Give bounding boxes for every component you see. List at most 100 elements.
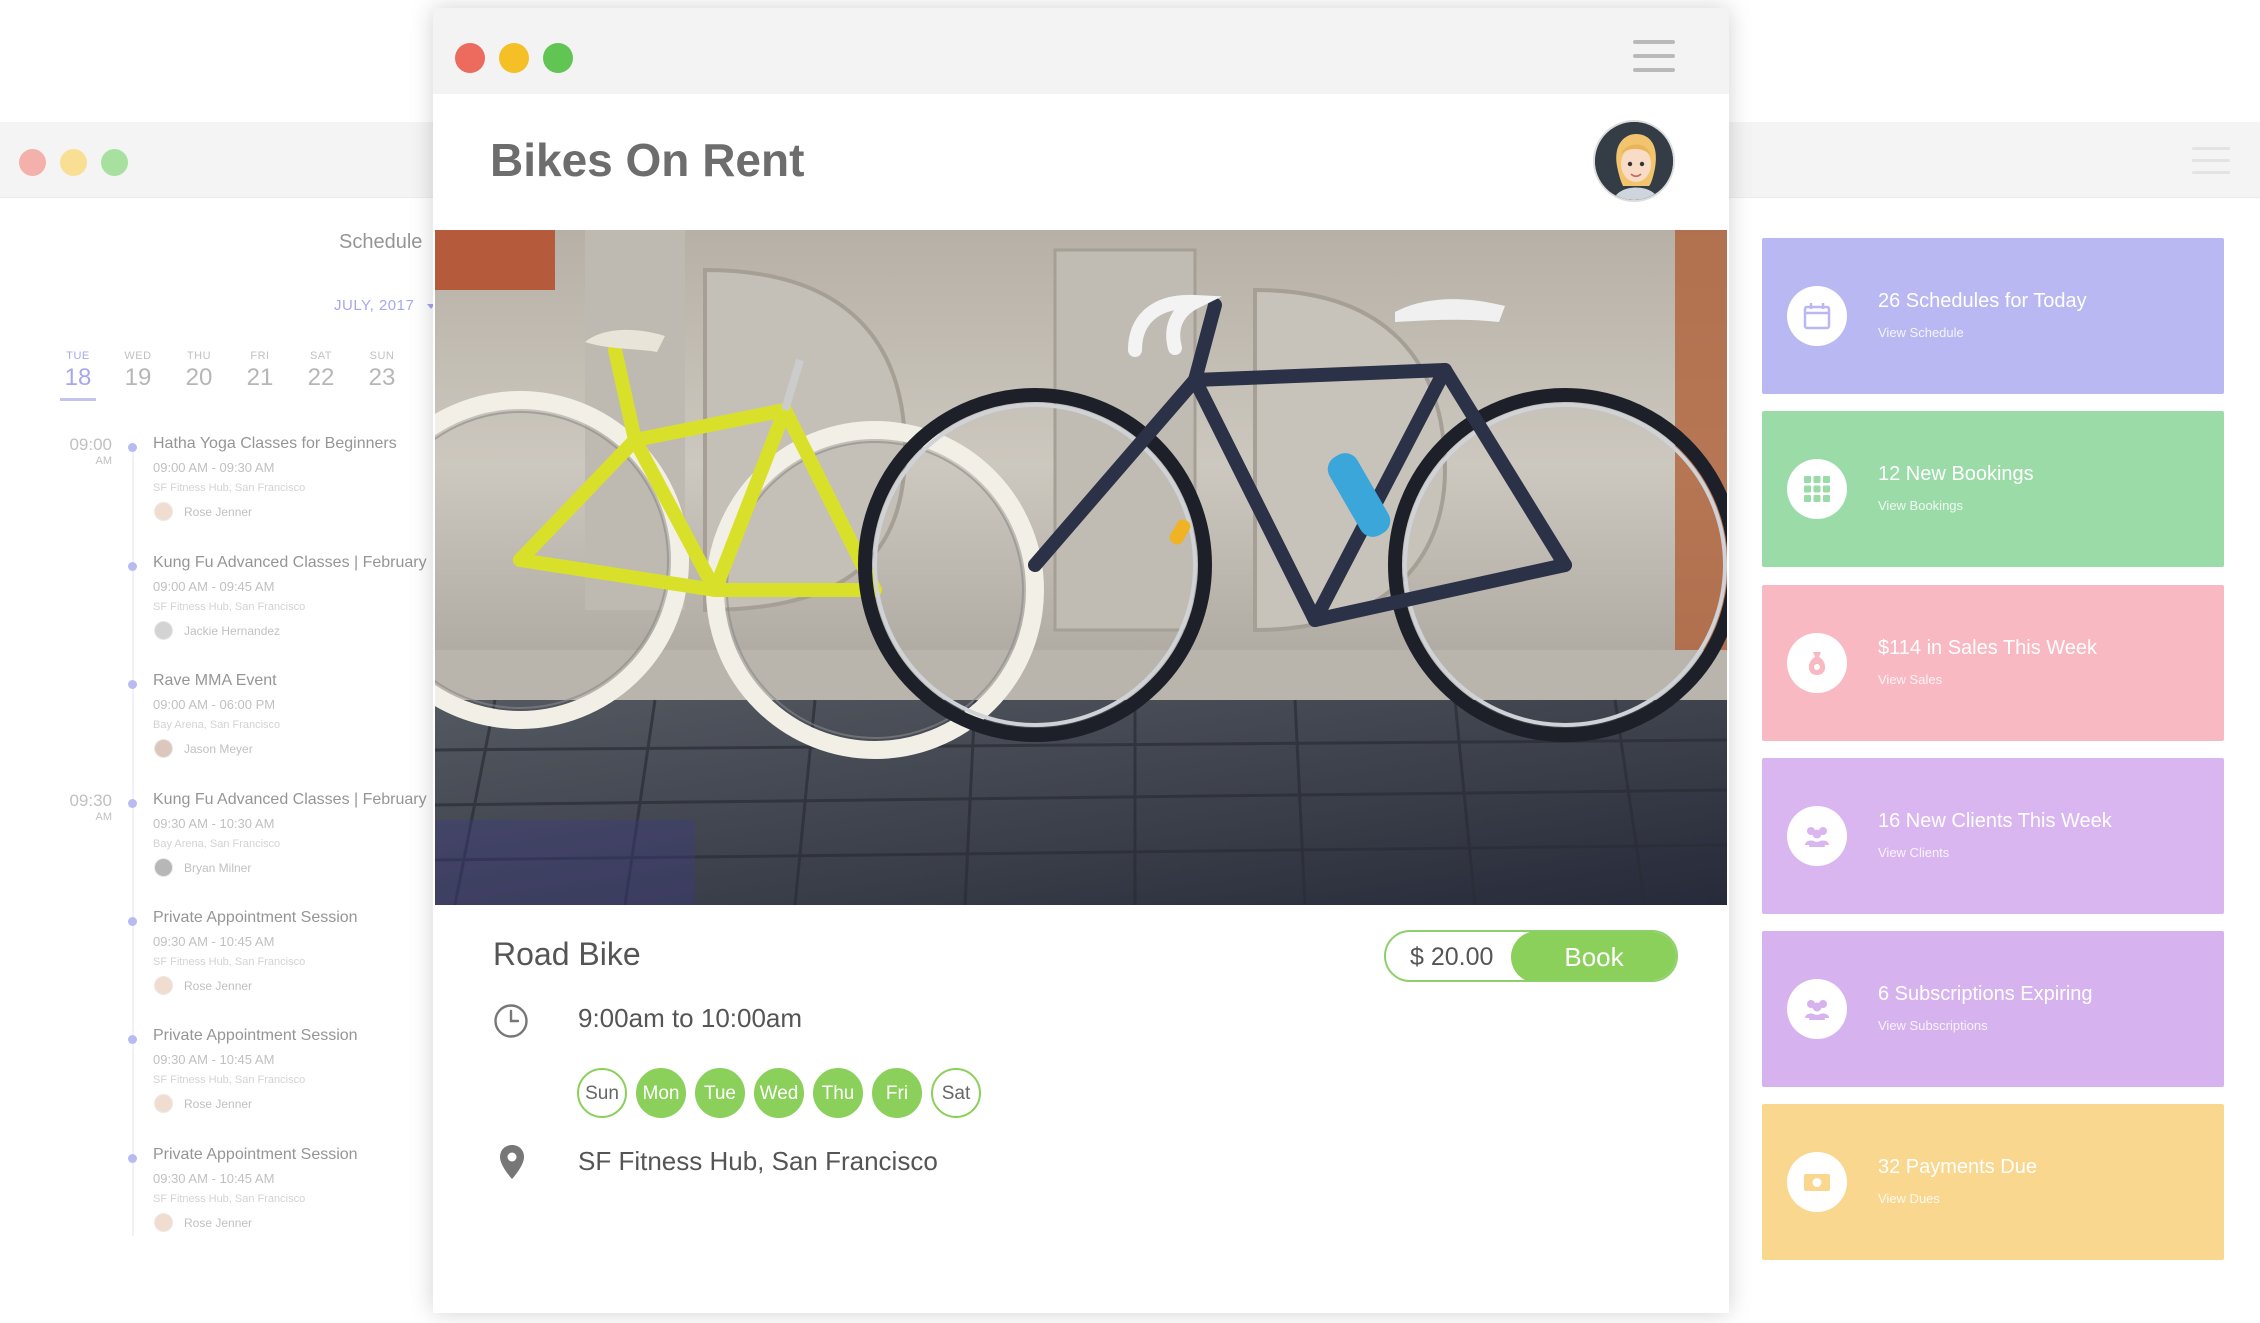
schedule-panel: Schedule JULY, 2017 TUE 18 WED 19 THU 20… [0, 198, 440, 1323]
stat-card-sales[interactable]: $114 in Sales This Week View Sales [1762, 585, 2224, 741]
minimize-dot[interactable] [60, 149, 87, 176]
stat-card-subscriptions[interactable]: 6 Subscriptions Expiring View Subscripti… [1762, 931, 2224, 1087]
day-fri[interactable]: FRI 21 [240, 350, 280, 392]
month-selector[interactable]: JULY, 2017 [334, 297, 414, 314]
day-thu[interactable]: THU 20 [179, 350, 219, 392]
day-sun[interactable]: SUN 23 [362, 350, 402, 392]
event-time: 09:00 AM - 06:00 PM [153, 697, 276, 712]
day-number: 21 [246, 364, 274, 391]
event-instructor: Rose Jenner [184, 1216, 253, 1230]
event-title: Hatha Yoga Classes for Beginners [153, 435, 397, 452]
day-number: 18 [64, 364, 92, 391]
clock-icon [493, 1003, 529, 1044]
weekday-sat[interactable]: Sat [931, 1068, 981, 1118]
stat-card-schedules[interactable]: 26 Schedules for Today View Schedule [1762, 238, 2224, 394]
event-time: 09:30 AM - 10:30 AM [153, 816, 275, 831]
stat-title: 32 Payments Due [1878, 1156, 2037, 1178]
event-location: SF Fitness Hub, San Francisco [153, 482, 306, 494]
time-label: 09:00 AM [69, 435, 112, 467]
stat-card-bookings[interactable]: 12 New Bookings View Bookings [1762, 411, 2224, 567]
weekday-tue[interactable]: Tue [695, 1068, 745, 1118]
bike-photo [435, 230, 1727, 905]
event-time: 09:30 AM - 10:45 AM [153, 1171, 275, 1186]
location-text: SF Fitness Hub, San Francisco [578, 1146, 938, 1176]
stat-card-payments[interactable]: 32 Payments Due View Dues [1762, 1104, 2224, 1260]
day-tue[interactable]: TUE 18 [58, 350, 98, 401]
maximize-dot[interactable] [101, 149, 128, 176]
event-dot [128, 562, 137, 571]
event-instructor: Rose Jenner [184, 979, 253, 993]
weekday-thu[interactable]: Thu [813, 1068, 863, 1118]
price-label: $ 20.00 [1410, 943, 1494, 971]
event-time: 09:00 AM - 09:45 AM [153, 579, 275, 594]
event-instructor: Bryan Milner [184, 861, 252, 875]
stat-title: 26 Schedules for Today [1878, 290, 2087, 312]
stat-title: 6 Subscriptions Expiring [1878, 983, 2093, 1005]
day-number: 20 [185, 364, 213, 391]
weekday-mon[interactable]: Mon [636, 1068, 686, 1118]
event-location: Bay Arena, San Francisco [153, 719, 281, 731]
event-dot [128, 1154, 137, 1163]
window-titlebar [433, 8, 1729, 94]
event-title: Private Appointment Session [153, 1027, 358, 1044]
stat-title: 16 New Clients This Week [1878, 810, 2112, 832]
event-dot [128, 917, 137, 926]
event-time: 09:30 AM - 10:45 AM [153, 1052, 275, 1067]
stat-link[interactable]: View Sales [1878, 672, 1942, 687]
event-dot [128, 1035, 137, 1044]
event-title: Private Appointment Session [153, 1146, 358, 1163]
hamburger-menu-icon[interactable] [2192, 147, 2230, 175]
event-location: SF Fitness Hub, San Francisco [153, 1074, 306, 1086]
stat-link[interactable]: View Subscriptions [1878, 1018, 1988, 1033]
weekday-sun[interactable]: Sun [577, 1068, 627, 1118]
stat-link[interactable]: View Clients [1878, 845, 1949, 860]
time-label: 09:30 AM [69, 791, 112, 823]
day-wed[interactable]: WED 19 [118, 350, 158, 392]
money-bag-icon [1787, 633, 1847, 693]
event-location: Bay Arena, San Francisco [153, 838, 281, 850]
event-dot [128, 799, 137, 808]
event-instructor: Rose Jenner [184, 505, 253, 519]
event-location: SF Fitness Hub, San Francisco [153, 1193, 306, 1205]
event-time: 09:30 AM - 10:45 AM [153, 934, 275, 949]
day-number: 19 [124, 364, 152, 391]
maximize-dot[interactable] [543, 43, 573, 73]
event-title: Private Appointment Session [153, 909, 358, 926]
day-name: SAT [309, 350, 333, 362]
minimize-dot[interactable] [499, 43, 529, 73]
stat-link[interactable]: View Bookings [1878, 498, 1963, 513]
avatar [154, 1213, 173, 1232]
close-dot[interactable] [455, 43, 485, 73]
book-button[interactable]: Book [1511, 932, 1676, 980]
weekday-fri[interactable]: Fri [872, 1068, 922, 1118]
event-location: SF Fitness Hub, San Francisco [153, 601, 306, 613]
day-sat[interactable]: SAT 22 [301, 350, 341, 392]
avatar [154, 502, 173, 521]
stat-title: 12 New Bookings [1878, 463, 2034, 485]
users-icon [1787, 806, 1847, 866]
location-pin-icon [499, 1144, 525, 1185]
event-time: 09:00 AM - 09:30 AM [153, 460, 275, 475]
event-title: Kung Fu Advanced Classes | February [153, 554, 427, 571]
event-title: Kung Fu Advanced Classes | February [153, 791, 427, 808]
weekday-wed[interactable]: Wed [754, 1068, 804, 1118]
event-instructor: Rose Jenner [184, 1097, 253, 1111]
price-book-group: $ 20.00 Book [1384, 930, 1678, 982]
stat-link[interactable]: View Dues [1878, 1191, 1940, 1206]
grid-icon [1787, 459, 1847, 519]
event-dot [128, 443, 137, 452]
cash-icon [1787, 1152, 1847, 1212]
schedule-title: Schedule [339, 231, 423, 253]
hamburger-menu-icon[interactable] [1633, 40, 1675, 72]
item-title: Road Bike [493, 936, 641, 972]
event-instructor: Jason Meyer [184, 742, 253, 756]
close-dot[interactable] [19, 149, 46, 176]
avatar [154, 858, 173, 877]
user-avatar[interactable] [1593, 120, 1675, 202]
event-title: Rave MMA Event [153, 672, 277, 689]
stat-link[interactable]: View Schedule [1878, 325, 1964, 340]
event-location: SF Fitness Hub, San Francisco [153, 956, 306, 968]
time-range: 9:00am to 10:00am [578, 1003, 803, 1033]
stat-title: $114 in Sales This Week [1878, 637, 2098, 659]
stat-card-clients[interactable]: 16 New Clients This Week View Clients [1762, 758, 2224, 914]
